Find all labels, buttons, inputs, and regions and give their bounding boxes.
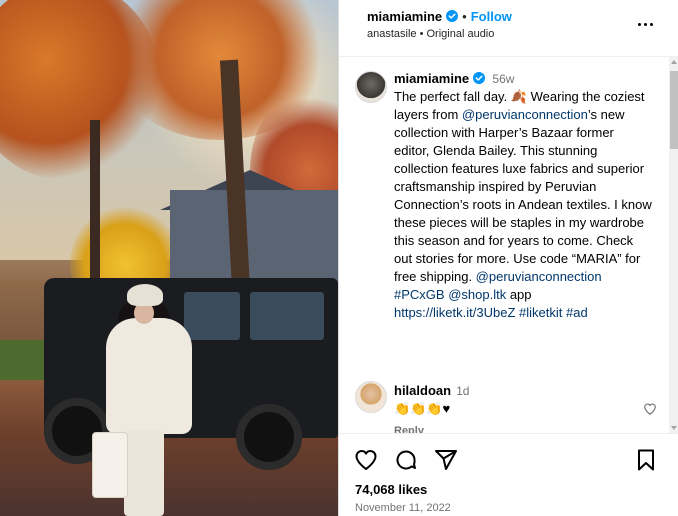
comment-text: 👏👏👏♥ <box>394 401 451 416</box>
share-paper-plane-icon[interactable] <box>434 448 458 472</box>
external-link[interactable]: https://liketk.it/3UbeZ <box>394 305 515 320</box>
suv-window <box>250 292 324 340</box>
commenter-username[interactable]: hilaldoan <box>394 383 451 398</box>
comment-reply-button[interactable]: Reply <box>394 425 424 433</box>
post-panel: miamiamine • Follow anastasile • Origina… <box>338 0 678 516</box>
follow-button[interactable]: Follow <box>471 9 512 24</box>
scrollbar-thumb[interactable] <box>670 71 678 149</box>
suv-wheel-rear <box>236 404 302 470</box>
commenter-avatar[interactable] <box>355 381 387 413</box>
mention-link[interactable]: @peruvianconnection <box>476 269 602 284</box>
separator-dot: • <box>462 8 467 24</box>
caption-text: ’s new collection with Harper’s Bazaar f… <box>394 107 656 284</box>
scroll-up-arrow-icon[interactable] <box>671 60 677 64</box>
save-bookmark-icon[interactable] <box>634 448 658 472</box>
comment-time[interactable]: 1d <box>456 384 469 398</box>
like-heart-icon[interactable] <box>354 448 378 472</box>
comment-bubble-icon[interactable] <box>394 448 418 472</box>
mention-link[interactable]: @shop.ltk <box>448 287 506 302</box>
comments-area: miamiamine 56w The perfect fall day. 🍂 W… <box>339 57 669 433</box>
shopping-bag <box>92 432 128 498</box>
likes-count[interactable]: 74,068 likes <box>355 482 427 497</box>
post-actions-bar <box>339 433 678 483</box>
hashtag-link[interactable]: #ad <box>566 305 588 320</box>
scroll-down-arrow-icon[interactable] <box>671 426 677 430</box>
comments-scrollbar[interactable] <box>669 57 678 433</box>
caption-text: app <box>506 287 536 302</box>
woman-coat <box>106 318 192 434</box>
woman-boots <box>124 430 164 516</box>
verified-badge-icon <box>472 72 485 84</box>
suv-window <box>184 292 240 340</box>
comment-like-heart-icon[interactable] <box>643 402 657 416</box>
caption-author-avatar[interactable] <box>355 71 387 103</box>
post-media[interactable] <box>0 0 338 516</box>
hashtag-link[interactable]: #liketkit <box>519 305 562 320</box>
verified-badge-icon <box>446 10 459 22</box>
more-options-icon[interactable] <box>635 14 655 34</box>
mention-link[interactable]: @peruvianconnection <box>462 107 588 122</box>
post-header: miamiamine • Follow anastasile • Origina… <box>339 0 678 57</box>
woman-beret <box>127 284 163 306</box>
audio-info[interactable]: anastasile • Original audio <box>367 28 494 40</box>
commenter-line: hilaldoan 1d <box>394 383 469 398</box>
post-date[interactable]: November 11, 2022 <box>355 502 451 514</box>
hashtag-link[interactable]: #PCxGB <box>394 287 445 302</box>
post-author-line: miamiamine • Follow <box>367 8 512 24</box>
post-author-username[interactable]: miamiamine <box>367 9 442 24</box>
post-caption: miamiamine 56w The perfect fall day. 🍂 W… <box>394 70 652 322</box>
caption-time[interactable]: 56w <box>492 72 514 86</box>
caption-username[interactable]: miamiamine <box>394 71 469 86</box>
